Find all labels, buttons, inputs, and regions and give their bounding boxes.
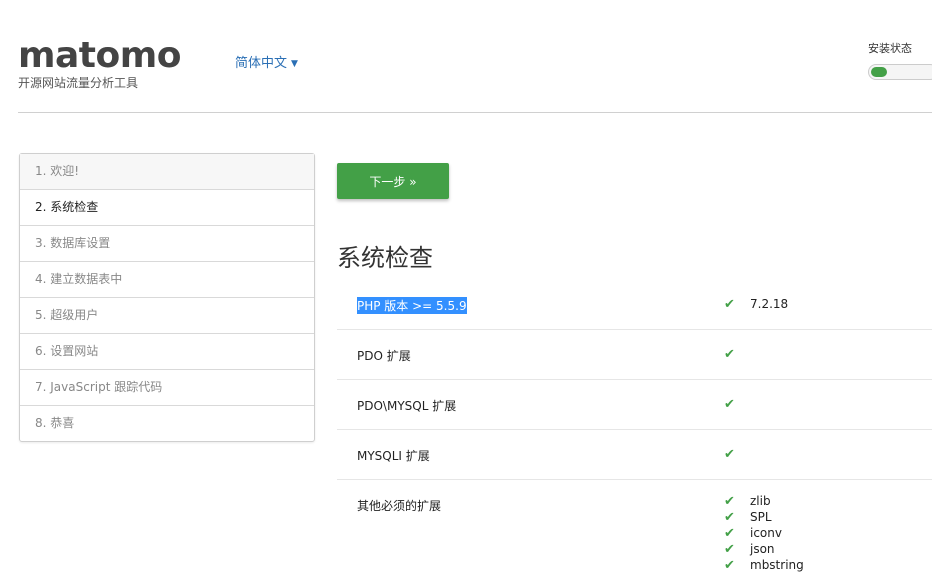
caret-down-icon: ▼ — [291, 59, 298, 69]
system-check-table: PHP 版本 >= 5.5.9 ✔ 7.2.18 PDO 扩展 ✔ PDO\MYS… — [337, 280, 932, 580]
logo-wordmark: matomo — [18, 35, 182, 76]
check-result: ✔ — [724, 397, 738, 412]
check-value: 7.2.18 — [750, 297, 789, 311]
check-row: 其他必须的扩展 ✔ zlib ✔ SPL ✔ iconv ✔ json ✔ mbstrin… — [337, 480, 932, 580]
extension-name: json — [750, 542, 775, 556]
install-status-label: 安装状态 — [868, 42, 912, 55]
check-row: PHP 版本 >= 5.5.9 ✔ 7.2.18 — [337, 280, 932, 330]
step-super-user[interactable]: 5. 超级用户 — [20, 297, 314, 333]
check-result-list: ✔ zlib ✔ SPL ✔ iconv ✔ json ✔ mbstring — [724, 493, 804, 573]
checkmark-icon: ✔ — [724, 558, 735, 573]
check-row: PDO\MYSQL 扩展 ✔ — [337, 380, 932, 430]
extension-item: ✔ zlib — [724, 493, 804, 509]
language-selector[interactable]: 简体中文 ▼ — [235, 52, 298, 71]
extension-item: ✔ json — [724, 541, 804, 557]
step-setup-website[interactable]: 6. 设置网站 — [20, 333, 314, 369]
language-label: 简体中文 — [235, 56, 288, 71]
checkmark-icon: ✔ — [724, 297, 735, 312]
checkmark-icon: ✔ — [724, 447, 735, 462]
section-title: 系统检查 — [337, 244, 433, 272]
step-js-tracking-code[interactable]: 7. JavaScript 跟踪代码 — [20, 369, 314, 405]
install-status: 安装状态 — [868, 40, 932, 80]
install-progress-bar — [868, 64, 932, 80]
step-system-check[interactable]: 2. 系统检查 — [20, 189, 314, 225]
check-name: MYSQLI 扩展 — [357, 449, 430, 463]
checkmark-icon: ✔ — [724, 510, 735, 525]
check-row: PDO 扩展 ✔ — [337, 330, 932, 380]
header-divider — [18, 112, 932, 113]
install-steps-list: 1. 欢迎! 2. 系统检查 3. 数据库设置 4. 建立数据表中 5. 超级用… — [19, 153, 315, 442]
check-name: PDO 扩展 — [357, 349, 411, 363]
check-name: PDO\MYSQL 扩展 — [357, 399, 457, 413]
extension-name: iconv — [750, 526, 782, 540]
check-result: ✔ 7.2.18 — [724, 297, 788, 312]
check-row: MYSQLI 扩展 ✔ — [337, 430, 932, 480]
step-database-setup[interactable]: 3. 数据库设置 — [20, 225, 314, 261]
checkmark-icon: ✔ — [724, 494, 735, 509]
step-welcome[interactable]: 1. 欢迎! — [20, 154, 314, 189]
extension-item: ✔ iconv — [724, 525, 804, 541]
extension-name: zlib — [750, 494, 771, 508]
step-congratulations[interactable]: 8. 恭喜 — [20, 405, 314, 441]
extension-item: ✔ mbstring — [724, 557, 804, 573]
matomo-logo[interactable]: matomo 开源网站流量分析工具 — [18, 35, 182, 91]
checkmark-icon: ✔ — [724, 542, 735, 557]
next-button[interactable]: 下一步 » — [337, 163, 449, 199]
checkmark-icon: ✔ — [724, 526, 735, 541]
extension-item: ✔ SPL — [724, 509, 804, 525]
checkmark-icon: ✔ — [724, 347, 735, 362]
extension-name: mbstring — [750, 558, 804, 572]
check-result: ✔ — [724, 347, 738, 362]
check-name: 其他必须的扩展 — [357, 499, 442, 513]
install-progress-fill — [871, 67, 887, 77]
logo-subtitle: 开源网站流量分析工具 — [18, 76, 139, 90]
checkmark-icon: ✔ — [724, 397, 735, 412]
step-create-tables[interactable]: 4. 建立数据表中 — [20, 261, 314, 297]
check-result: ✔ — [724, 447, 738, 462]
check-name: PHP 版本 >= 5.5.9 — [357, 297, 467, 314]
extension-name: SPL — [750, 510, 772, 524]
